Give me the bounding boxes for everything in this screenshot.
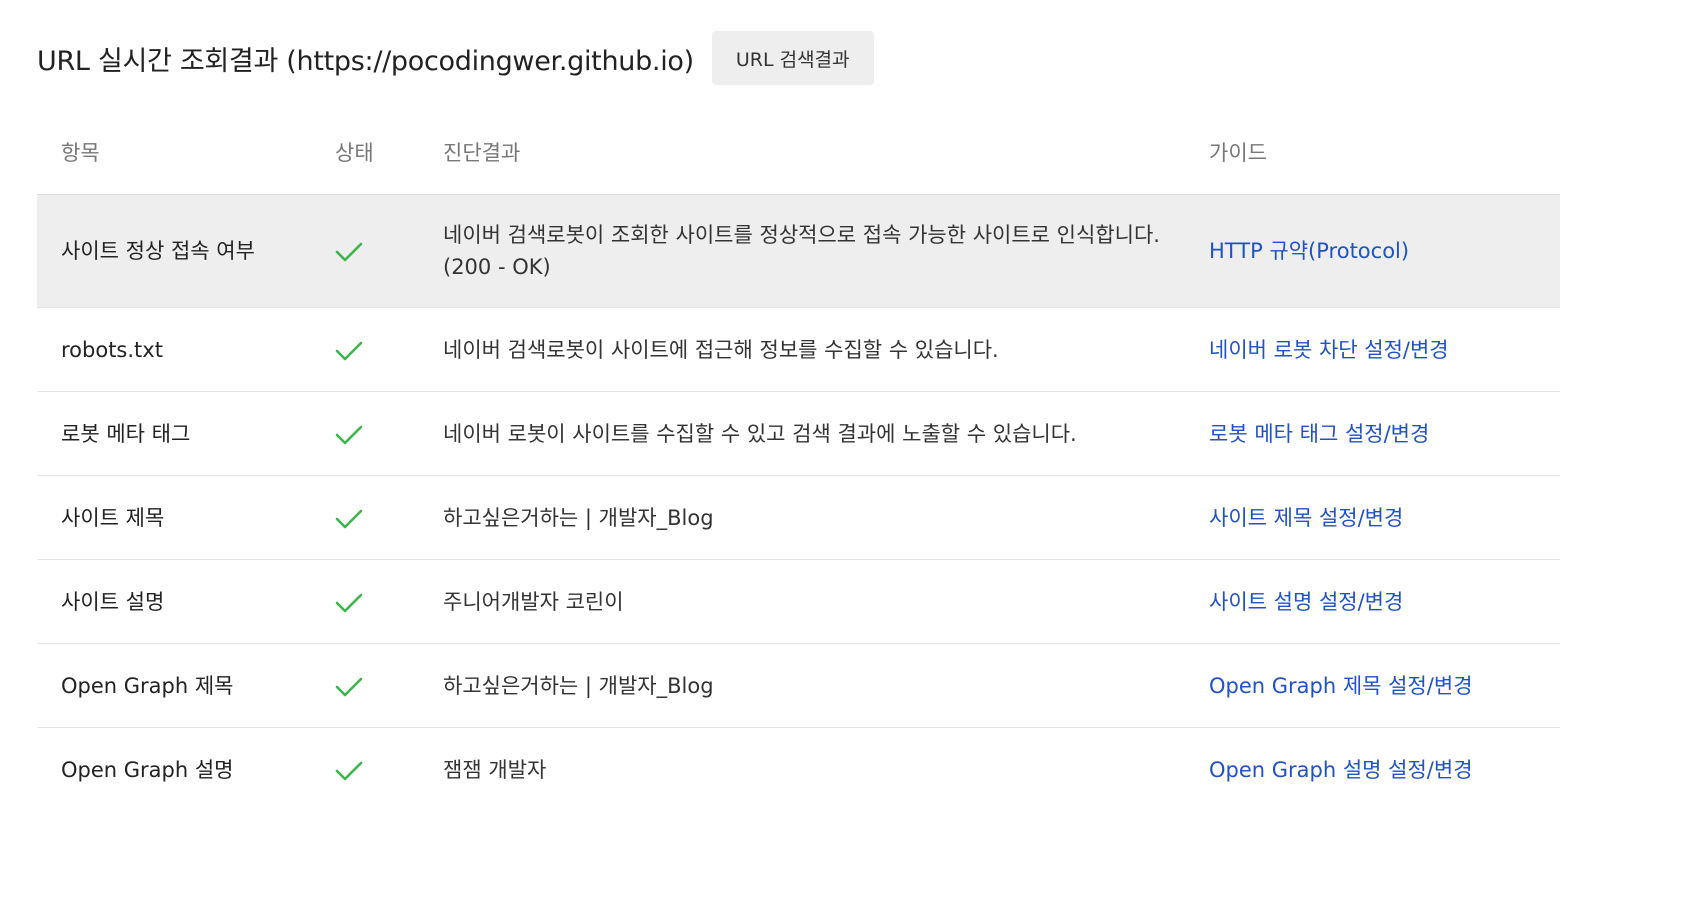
check-icon [335, 341, 363, 360]
result-text: 잼잼 개발자 [443, 758, 547, 782]
results-table: 항목 상태 진단결과 가이드 사이트 정상 접속 여부 네이버 검색로봇이 조회… [37, 112, 1560, 812]
guide-link-og-description[interactable]: Open Graph 설명 설정/변경 [1209, 758, 1473, 782]
result-text: 하고싶은거하는 | 개발자_Blog [443, 673, 714, 698]
status-cell [309, 502, 419, 534]
guide-cell: Open Graph 설명 설정/변경 [1185, 754, 1560, 786]
check-icon [335, 677, 363, 696]
result-text: 네이버 검색로봇이 조회한 사이트를 정상적으로 접속 가능한 사이트로 인식합… [443, 223, 1160, 247]
guide-cell: 네이버 로봇 차단 설정/변경 [1185, 334, 1560, 366]
guide-link-robot-meta[interactable]: 로봇 메타 태그 설정/변경 [1209, 422, 1429, 446]
column-header-status: 상태 [335, 141, 374, 165]
guide-link-robot-block[interactable]: 네이버 로봇 차단 설정/변경 [1209, 338, 1449, 362]
diagnosis-result: 하고싶은거하는 | 개발자_Blog [419, 670, 1185, 702]
check-icon [335, 509, 363, 528]
diagnosis-result: 잼잼 개발자 [419, 754, 1185, 786]
table-row: 사이트 제목 하고싶은거하는 | 개발자_Blog 사이트 제목 설정/변경 [37, 476, 1560, 560]
status-cell [309, 754, 419, 786]
status-cell [309, 235, 419, 267]
table-row: Open Graph 제목 하고싶은거하는 | 개발자_Blog Open Gr… [37, 644, 1560, 728]
guide-cell: HTTP 규약(Protocol) [1185, 235, 1560, 267]
guide-cell: Open Graph 제목 설정/변경 [1185, 670, 1560, 702]
diagnosis-result: 네이버 검색로봇이 사이트에 접근해 정보를 수집할 수 있습니다. [419, 334, 1185, 366]
status-cell [309, 418, 419, 450]
check-icon [335, 242, 363, 262]
table-row: 사이트 정상 접속 여부 네이버 검색로봇이 조회한 사이트를 정상적으로 접속… [37, 195, 1560, 308]
guide-cell: 사이트 설명 설정/변경 [1185, 586, 1560, 618]
check-icon [335, 761, 363, 781]
item-name: Open Graph 설명 [61, 758, 234, 782]
status-cell [309, 334, 419, 366]
guide-cell: 로봇 메타 태그 설정/변경 [1185, 418, 1560, 450]
table-row: robots.txt 네이버 검색로봇이 사이트에 접근해 정보를 수집할 수 … [37, 308, 1560, 392]
column-header-item: 항목 [61, 141, 100, 165]
column-header-result: 진단결과 [443, 141, 521, 165]
result-text: 네이버 검색로봇이 사이트에 접근해 정보를 수집할 수 있습니다. [443, 337, 999, 362]
diagnosis-result: 네이버 검색로봇이 조회한 사이트를 정상적으로 접속 가능한 사이트로 인식합… [419, 219, 1185, 283]
check-icon [335, 425, 363, 444]
result-text: 네이버 로봇이 사이트를 수집할 수 있고 검색 결과에 노출할 수 있습니다. [443, 421, 1077, 446]
table-row: 로봇 메타 태그 네이버 로봇이 사이트를 수집할 수 있고 검색 결과에 노출… [37, 392, 1560, 476]
diagnosis-result: 주니어개발자 코린이 [419, 586, 1185, 618]
guide-link-site-description[interactable]: 사이트 설명 설정/변경 [1209, 590, 1403, 614]
diagnosis-result: 하고싶은거하는 | 개발자_Blog [419, 502, 1185, 534]
guide-cell: 사이트 제목 설정/변경 [1185, 502, 1560, 534]
table-row: Open Graph 설명 잼잼 개발자 Open Graph 설명 설정/변경 [37, 728, 1560, 812]
page-title: URL 실시간 조회결과 (https://pocodingwer.github… [37, 45, 694, 77]
item-name: 사이트 설명 [61, 589, 165, 614]
result-text: 하고싶은거하는 | 개발자_Blog [443, 505, 714, 530]
result-text: 주니어개발자 코린이 [443, 589, 624, 614]
status-cell [309, 586, 419, 618]
page: URL 실시간 조회결과 (https://pocodingwer.github… [0, 0, 1700, 898]
table-header: 항목 상태 진단결과 가이드 [37, 112, 1560, 195]
guide-link-http-protocol[interactable]: HTTP 규약(Protocol) [1209, 239, 1409, 263]
item-name: Open Graph 제목 [61, 673, 234, 698]
check-icon [335, 593, 363, 612]
table-row: 사이트 설명 주니어개발자 코린이 사이트 설명 설정/변경 [37, 560, 1560, 644]
header: URL 실시간 조회결과 (https://pocodingwer.github… [37, 31, 874, 85]
item-name: 로봇 메타 태그 [61, 421, 191, 446]
guide-link-site-title[interactable]: 사이트 제목 설정/변경 [1209, 506, 1403, 530]
item-name: 사이트 제목 [61, 505, 165, 530]
result-status-code: (200 - OK) [443, 255, 551, 279]
url-search-result-button[interactable]: URL 검색결과 [711, 31, 874, 85]
item-name: robots.txt [61, 337, 163, 362]
guide-link-og-title[interactable]: Open Graph 제목 설정/변경 [1209, 674, 1473, 698]
status-cell [309, 670, 419, 702]
column-header-guide: 가이드 [1209, 141, 1267, 165]
diagnosis-result: 네이버 로봇이 사이트를 수집할 수 있고 검색 결과에 노출할 수 있습니다. [419, 418, 1185, 450]
item-name: 사이트 정상 접속 여부 [61, 239, 255, 263]
